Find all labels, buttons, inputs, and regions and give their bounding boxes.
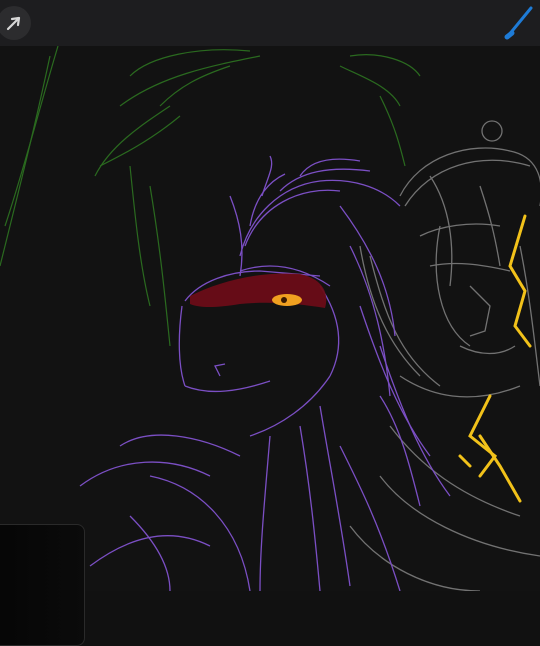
- drawing-canvas[interactable]: [0, 46, 540, 646]
- top-toolbar: [0, 0, 540, 46]
- orange-eye: [272, 294, 302, 306]
- lightning-strokes: [458, 214, 532, 503]
- arrow-cursor-icon: [6, 16, 21, 31]
- sketch-artwork: [0, 46, 540, 591]
- brush-icon: [504, 6, 533, 40]
- red-brow-fill: [190, 273, 327, 308]
- transform-tool-button[interactable]: [0, 4, 34, 42]
- transform-tool-circle: [0, 6, 31, 40]
- brush-tool-button[interactable]: [500, 2, 540, 40]
- side-panel[interactable]: [0, 524, 85, 646]
